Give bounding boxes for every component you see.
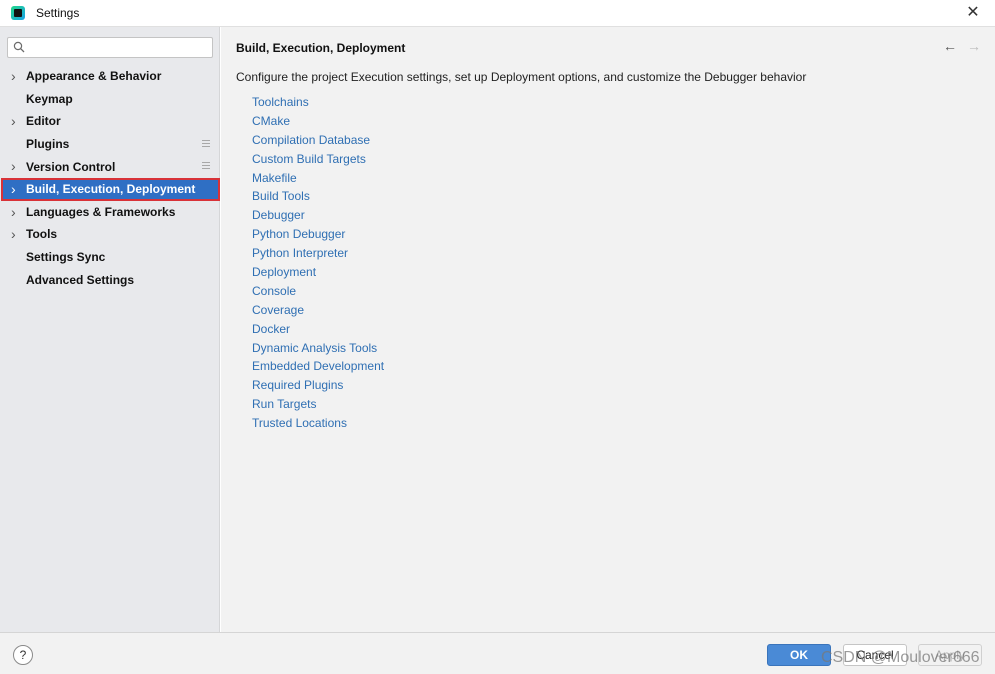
sidebar-item-label: Build, Execution, Deployment (26, 182, 196, 197)
cancel-button[interactable]: Cancel (843, 644, 907, 666)
sidebar-item-label: Settings Sync (26, 250, 106, 265)
link-console[interactable]: Console (252, 282, 384, 301)
sidebar-item-version-control[interactable]: › Version Control (0, 155, 220, 178)
sidebar-item-editor[interactable]: › Editor (0, 110, 220, 133)
link-build-tools[interactable]: Build Tools (252, 187, 384, 206)
chevron-right-icon[interactable]: › (11, 159, 21, 173)
clion-app-icon (11, 6, 25, 20)
link-run-targets[interactable]: Run Targets (252, 395, 384, 414)
close-icon[interactable]: ✕ (963, 3, 983, 23)
ok-button[interactable]: OK (767, 644, 831, 666)
project-settings-icon (202, 139, 210, 147)
sidebar-item-plugins[interactable]: Plugins (0, 133, 220, 156)
project-settings-icon (202, 162, 210, 170)
link-embedded-development[interactable]: Embedded Development (252, 357, 384, 376)
search-field[interactable] (7, 37, 213, 58)
sidebar-item-label: Keymap (26, 91, 73, 106)
link-docker[interactable]: Docker (252, 320, 384, 339)
sidebar-item-label: Appearance & Behavior (26, 69, 162, 84)
link-python-debugger[interactable]: Python Debugger (252, 225, 384, 244)
subpage-links: Toolchains CMake Compilation Database Custo… (252, 93, 384, 433)
back-arrow-icon[interactable]: ← (943, 39, 957, 53)
sidebar-item-settings-sync[interactable]: Settings Sync (0, 246, 220, 269)
sidebar-item-languages-frameworks[interactable]: › Languages & Frameworks (0, 201, 220, 224)
sidebar-item-label: Editor (26, 114, 61, 129)
link-makefile[interactable]: Makefile (252, 169, 384, 188)
settings-tree: › Appearance & Behavior Keymap › Editor Plugi… (0, 65, 220, 291)
forward-arrow-icon[interactable]: → (967, 39, 981, 53)
link-compilation-database[interactable]: Compilation Database (252, 131, 384, 150)
chevron-right-icon[interactable]: › (11, 205, 21, 219)
link-trusted-locations[interactable]: Trusted Locations (252, 414, 384, 433)
help-button[interactable]: ? (13, 645, 33, 665)
sidebar-item-label: Tools (26, 227, 58, 242)
dialog-footer: ? OK Cancel Apply CSDN @Moulover666 (0, 632, 995, 674)
link-coverage[interactable]: Coverage (252, 301, 384, 320)
title-bar: Settings ✕ (0, 0, 995, 27)
link-python-interpreter[interactable]: Python Interpreter (252, 244, 384, 263)
search-input[interactable] (30, 39, 210, 56)
history-navigation: ← → (943, 39, 981, 53)
settings-content: Build, Execution, Deployment ← → Configu… (221, 27, 995, 632)
sidebar-item-advanced-settings[interactable]: Advanced Settings (0, 268, 220, 291)
sidebar-item-build-execution-deployment[interactable]: › Build, Execution, Deployment (1, 177, 220, 201)
chevron-right-icon[interactable]: › (11, 114, 21, 128)
link-cmake[interactable]: CMake (252, 112, 384, 131)
sidebar-item-label: Version Control (26, 159, 116, 174)
link-required-plugins[interactable]: Required Plugins (252, 376, 384, 395)
window-title: Settings (36, 6, 80, 20)
sidebar-item-label: Languages & Frameworks (26, 204, 176, 219)
sidebar-item-tools[interactable]: › Tools (0, 223, 220, 246)
chevron-right-icon[interactable]: › (11, 69, 21, 83)
search-icon (13, 41, 25, 53)
link-toolchains[interactable]: Toolchains (252, 93, 384, 112)
sidebar-item-label: Advanced Settings (26, 272, 135, 287)
link-deployment[interactable]: Deployment (252, 263, 384, 282)
chevron-right-icon[interactable]: › (11, 227, 21, 241)
link-custom-build-targets[interactable]: Custom Build Targets (252, 150, 384, 169)
sidebar-item-appearance-behavior[interactable]: › Appearance & Behavior (0, 65, 220, 88)
settings-sidebar: › Appearance & Behavior Keymap › Editor Plugi… (0, 27, 220, 632)
sidebar-item-keymap[interactable]: Keymap (0, 88, 220, 111)
link-debugger[interactable]: Debugger (252, 206, 384, 225)
link-dynamic-analysis-tools[interactable]: Dynamic Analysis Tools (252, 339, 384, 358)
apply-button[interactable]: Apply (918, 644, 982, 666)
page-title: Build, Execution, Deployment (236, 41, 406, 55)
page-description: Configure the project Execution settings… (236, 70, 807, 84)
sidebar-item-label: Plugins (26, 137, 70, 152)
chevron-right-icon[interactable]: › (11, 182, 21, 196)
